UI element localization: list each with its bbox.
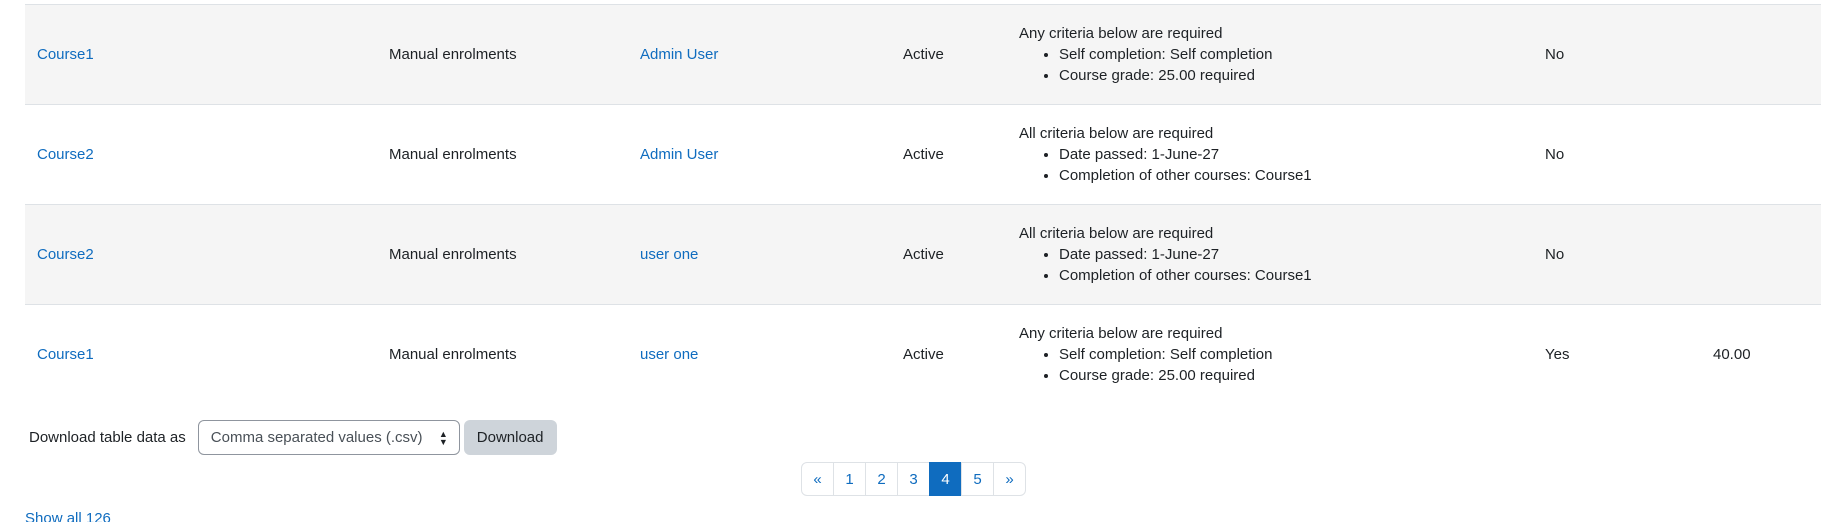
course-link[interactable]: Course2 [37,246,94,263]
status-cell: Active [903,304,1019,405]
course-cell: Course1 [25,304,389,405]
report-table-body: Course1 Manual enrolments Admin User Act… [25,4,1821,405]
user-cell: user one [640,304,903,405]
download-form: Download table data as Comma separated v… [29,420,557,455]
user-link[interactable]: user one [640,246,698,263]
pagination-page-4-current[interactable]: 4 [929,462,962,496]
criteria-item: Self completion: Self completion [1059,44,1545,65]
table-row: Course1 Manual enrolments user one Activ… [25,304,1821,405]
status-cell: Active [903,104,1019,205]
report-page: Course1 Manual enrolments Admin User Act… [0,0,1821,522]
enrolment-cell: Manual enrolments [389,104,640,205]
criteria-cell: All criteria below are required Date pas… [1019,104,1545,205]
completed-cell: Yes [1545,304,1713,405]
table-row: Course2 Manual enrolments user one Activ… [25,204,1821,305]
course-cell: Course2 [25,104,389,205]
user-cell: user one [640,204,903,305]
download-format-value: Comma separated values (.csv) [210,429,423,446]
criteria-item: Self completion: Self completion [1059,344,1545,365]
criteria-item: Date passed: 1-June-27 [1059,244,1545,265]
pagination-prev[interactable]: « [801,462,834,496]
table-row: Course1 Manual enrolments Admin User Act… [25,4,1821,105]
course-link[interactable]: Course1 [37,46,94,63]
pagination-page-5[interactable]: 5 [961,462,994,496]
criteria-heading: All criteria below are required [1019,225,1214,242]
completed-cell: No [1545,104,1713,205]
criteria-heading: Any criteria below are required [1019,325,1223,343]
enrolment-cell: Manual enrolments [389,4,640,105]
criteria-cell: Any criteria below are required Self com… [1019,304,1545,405]
pagination-next[interactable]: » [993,462,1026,496]
criteria-list: Self completion: Self completion Course … [1019,344,1545,386]
pagination-page-1[interactable]: 1 [833,462,866,496]
course-cell: Course2 [25,204,389,305]
download-format-select[interactable]: Comma separated values (.csv) ▲ ▼ [197,420,460,455]
user-link[interactable]: Admin User [640,46,718,63]
grade-cell [1713,4,1821,105]
table-row: Course2 Manual enrolments Admin User Act… [25,104,1821,205]
grade-cell [1713,104,1821,205]
criteria-item: Date passed: 1-June-27 [1059,144,1545,165]
user-cell: Admin User [640,104,903,205]
download-button[interactable]: Download [463,420,557,455]
completed-cell: No [1545,204,1713,305]
criteria-list: Date passed: 1-June-27 Completion of oth… [1019,244,1545,286]
course-cell: Course1 [25,4,389,105]
status-cell: Active [903,204,1019,305]
criteria-list: Date passed: 1-June-27 Completion of oth… [1019,144,1545,186]
pagination: « 1 2 3 4 5 » [801,462,1026,496]
pagination-page-3[interactable]: 3 [897,462,930,496]
enrolment-cell: Manual enrolments [389,204,640,305]
report-table: Course1 Manual enrolments Admin User Act… [25,4,1821,405]
enrolment-cell: Manual enrolments [389,304,640,405]
pagination-page-2[interactable]: 2 [865,462,898,496]
course-link[interactable]: Course2 [37,146,94,163]
grade-cell [1713,204,1821,305]
status-cell: Active [903,4,1019,105]
course-link[interactable]: Course1 [37,346,94,363]
download-label: Download table data as [29,429,186,446]
criteria-item: Course grade: 25.00 required [1059,365,1545,386]
user-cell: Admin User [640,4,903,105]
completed-cell: No [1545,4,1713,105]
criteria-heading: All criteria below are required [1019,125,1214,142]
criteria-cell: Any criteria below are required Self com… [1019,4,1545,105]
user-link[interactable]: user one [640,346,698,363]
user-link[interactable]: Admin User [640,146,718,163]
criteria-cell: All criteria below are required Date pas… [1019,204,1545,305]
select-arrows-icon: ▲ ▼ [438,429,448,447]
criteria-item: Course grade: 25.00 required [1059,65,1545,86]
show-all-link[interactable]: Show all 126 [25,510,111,522]
criteria-heading: Any criteria below are required [1019,25,1223,42]
criteria-item: Completion of other courses: Course1 [1059,165,1545,186]
grade-cell: 40.00 [1713,304,1821,405]
criteria-item: Completion of other courses: Course1 [1059,265,1545,286]
criteria-list: Self completion: Self completion Course … [1019,44,1545,86]
